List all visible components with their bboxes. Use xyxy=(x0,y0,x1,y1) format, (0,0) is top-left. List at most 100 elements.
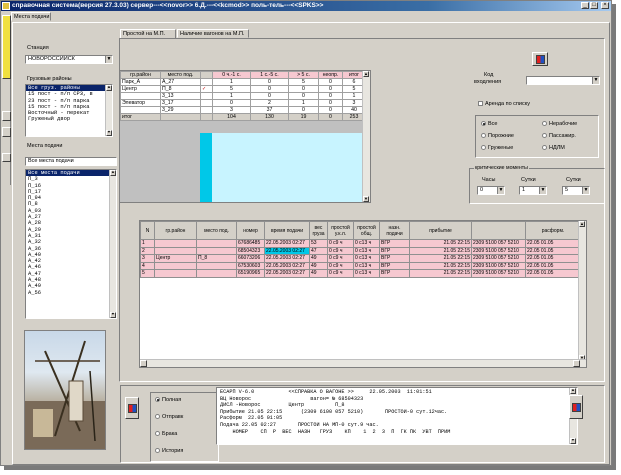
places-combo[interactable]: Все места подачи xyxy=(25,157,117,166)
text-line: Расформ 22.05 01:05 xyxy=(220,415,283,422)
radio-passenger[interactable]: Пассажир. xyxy=(542,133,576,139)
chevron-down-icon[interactable]: ▼ xyxy=(582,187,589,194)
minimize-button[interactable]: _ xyxy=(581,2,589,9)
radio-icon[interactable] xyxy=(155,414,160,420)
horizontal-scrollbar[interactable] xyxy=(140,359,586,367)
places-list[interactable]: Все места подачи П_3 П_16 П_17 П_94 П_8 … xyxy=(25,169,117,319)
table-row[interactable]: Центр П_8 ✓ 5 0 0 0 5 xyxy=(120,85,366,93)
table-row[interactable]: 3 Центр П_8 66073206 22.05.2003 02:27 49 0 с9 … xyxy=(140,254,581,263)
maximize-button[interactable]: □ xyxy=(590,2,598,9)
col-header[interactable]: N xyxy=(140,221,155,240)
radio-label: Нерабочие xyxy=(549,121,578,127)
radio-defect[interactable]: Брака xyxy=(155,431,177,437)
col-header[interactable]: 0 ч.-1 с. xyxy=(212,71,251,79)
cargo-areas-list[interactable]: Все груз. районы 15 пост - п/п СРЗ, в 23… xyxy=(25,84,113,137)
tab-wagons-present[interactable]: Наличие вагонов на М.П. xyxy=(177,29,249,38)
refresh-button[interactable] xyxy=(532,52,548,66)
scrollbar[interactable]: ▲ ▼ xyxy=(578,221,586,361)
chevron-down-icon[interactable]: ▼ xyxy=(592,77,599,84)
col-header[interactable]: вес груза xyxy=(309,221,328,240)
col-header[interactable]: 1 с.-5 с. xyxy=(250,71,289,79)
text-line: ЕСАРП V-6.0 <<СПРАВКА О ВАГОНЕ >> 22.05.… xyxy=(220,389,432,395)
tab-idle-time[interactable]: Простой на М.П. xyxy=(120,29,176,38)
radio-history[interactable]: История xyxy=(155,448,183,454)
days2-combo[interactable]: 5 ▼ xyxy=(562,186,590,195)
export-button[interactable] xyxy=(569,395,583,419)
scrollbar[interactable]: ▲ ▼ xyxy=(105,85,112,136)
arrival-code-label: Код xyxy=(484,72,494,78)
radio-icon[interactable] xyxy=(481,145,486,151)
chevron-down-icon[interactable]: ▼ xyxy=(497,187,504,194)
radio-icon[interactable] xyxy=(481,133,486,139)
refresh-icon xyxy=(536,55,545,64)
table-row-selected[interactable]: 2 68504323 22.05.2003 02:27 47 0 с9 ч0 с13 ч… xyxy=(140,246,581,255)
radio-label: Порожние xyxy=(488,133,514,139)
mode-group: Полная Отправк Брака История xyxy=(150,392,219,462)
list-item[interactable]: А_56 xyxy=(26,290,116,296)
text-line: НОМЕР СП Р ВЕС НАЗН ГРУЗ КП 1 2 3 П ГК П… xyxy=(220,428,451,435)
yellow-book-icon[interactable] xyxy=(2,15,11,79)
radio-loaded[interactable]: Груженые xyxy=(481,145,513,151)
table-total-row: итог 104 130 19 0 253 xyxy=(120,113,366,121)
col-header[interactable]: номер xyxy=(236,221,265,240)
col-header[interactable]: простой у.к.л. xyxy=(327,221,354,240)
scrollbar[interactable]: ▲ ▼ xyxy=(362,71,370,202)
radio-empty[interactable]: Порожние xyxy=(481,133,514,139)
radio-icon[interactable] xyxy=(155,397,160,403)
radio-icon[interactable] xyxy=(155,448,160,454)
table-row[interactable]: Элеватор 3_17 0 2 1 0 3 xyxy=(120,99,366,107)
table-row[interactable]: 3_29 3 37 0 0 40 xyxy=(120,106,366,114)
print-button[interactable] xyxy=(125,397,139,419)
radio-label: Брака xyxy=(162,431,178,437)
col-header[interactable]: расформ. xyxy=(525,221,581,240)
table-row[interactable]: 5 65190965 22.05.2003 02:27 49 0 с9 ч0 с13 ч… xyxy=(140,269,581,278)
blank-icon[interactable] xyxy=(2,153,11,162)
col-header[interactable] xyxy=(200,71,213,79)
col-header[interactable]: время подачи xyxy=(264,221,310,240)
radio-icon[interactable] xyxy=(542,145,547,151)
hours-value: 0 xyxy=(480,187,484,193)
radio-icon[interactable] xyxy=(542,133,547,139)
radio-icon[interactable] xyxy=(155,431,160,437)
radio-full[interactable]: Полная xyxy=(155,397,181,403)
radio-icon[interactable] xyxy=(542,121,547,127)
scrollbar[interactable]: ▲ ▼ xyxy=(109,170,116,318)
list-item[interactable]: Груженый двор xyxy=(26,116,112,122)
col-header[interactable]: место под. xyxy=(160,71,201,79)
chevron-down-icon[interactable]: ▼ xyxy=(539,187,546,194)
radio-all[interactable]: Все xyxy=(481,121,497,127)
col-header[interactable]: > 5 с. xyxy=(288,71,319,79)
days-combo[interactable]: 1 ▼ xyxy=(519,186,547,195)
rent-checkbox[interactable]: Аренда по списку xyxy=(478,101,530,107)
col-header[interactable]: гр.район xyxy=(154,221,197,240)
wagon-info-text: ЕСАРП V-6.0 <<СПРАВКА О ВАГОНЕ >> 22.05.… xyxy=(216,387,578,445)
text-line: Прибытие 21.05 22:15 (2309 6100 057 5210… xyxy=(220,408,448,415)
chevron-down-icon[interactable]: ▼ xyxy=(105,56,112,63)
col-header[interactable]: назн. подачи xyxy=(379,221,410,240)
station-combo[interactable]: НОВОРОССИЙСК ▼ xyxy=(25,55,113,64)
wrench-icon[interactable] xyxy=(2,111,11,121)
col-header[interactable] xyxy=(471,221,526,240)
radio-nonworking[interactable]: Нерабочие xyxy=(542,121,577,127)
table-row[interactable]: 3_13 1 0 0 0 1 xyxy=(120,92,366,100)
pencil-icon[interactable] xyxy=(2,127,11,137)
col-header[interactable]: простой общ. xyxy=(353,221,380,240)
col-header[interactable]: неопр. xyxy=(318,71,343,79)
radio-icon[interactable] xyxy=(481,121,486,127)
col-header[interactable]: гр.район xyxy=(120,71,161,79)
table-row[interactable]: Парк_А А_27 1 0 5 0 6 xyxy=(120,78,366,86)
radio-dispatch[interactable]: Отправк xyxy=(155,414,183,420)
checkbox-icon[interactable] xyxy=(478,101,483,107)
table-row[interactable]: 4 67530603 22.05.2003 02:27 49 0 с9 ч0 с13 ч… xyxy=(140,261,581,270)
close-button[interactable]: × xyxy=(601,2,609,9)
col-header[interactable]: прибытие xyxy=(409,221,472,240)
table-row[interactable]: 1 67686485 22.05.2003 02:27 53 0 с9 ч0 с13 ч… xyxy=(140,239,581,248)
arrival-code-combo[interactable]: ▼ xyxy=(526,76,600,85)
radio-ndlm[interactable]: НДЛМ xyxy=(542,145,565,151)
main-window: справочная система(версия 27.3.03) серве… xyxy=(0,0,612,466)
tab-places[interactable]: Места подачи xyxy=(11,12,51,21)
title-bar: справочная система(версия 27.3.03) серве… xyxy=(1,1,611,11)
hours-combo[interactable]: 0 ▼ xyxy=(477,186,505,195)
col-header[interactable]: место под. xyxy=(196,221,237,240)
radio-label: Отправк xyxy=(162,414,184,420)
